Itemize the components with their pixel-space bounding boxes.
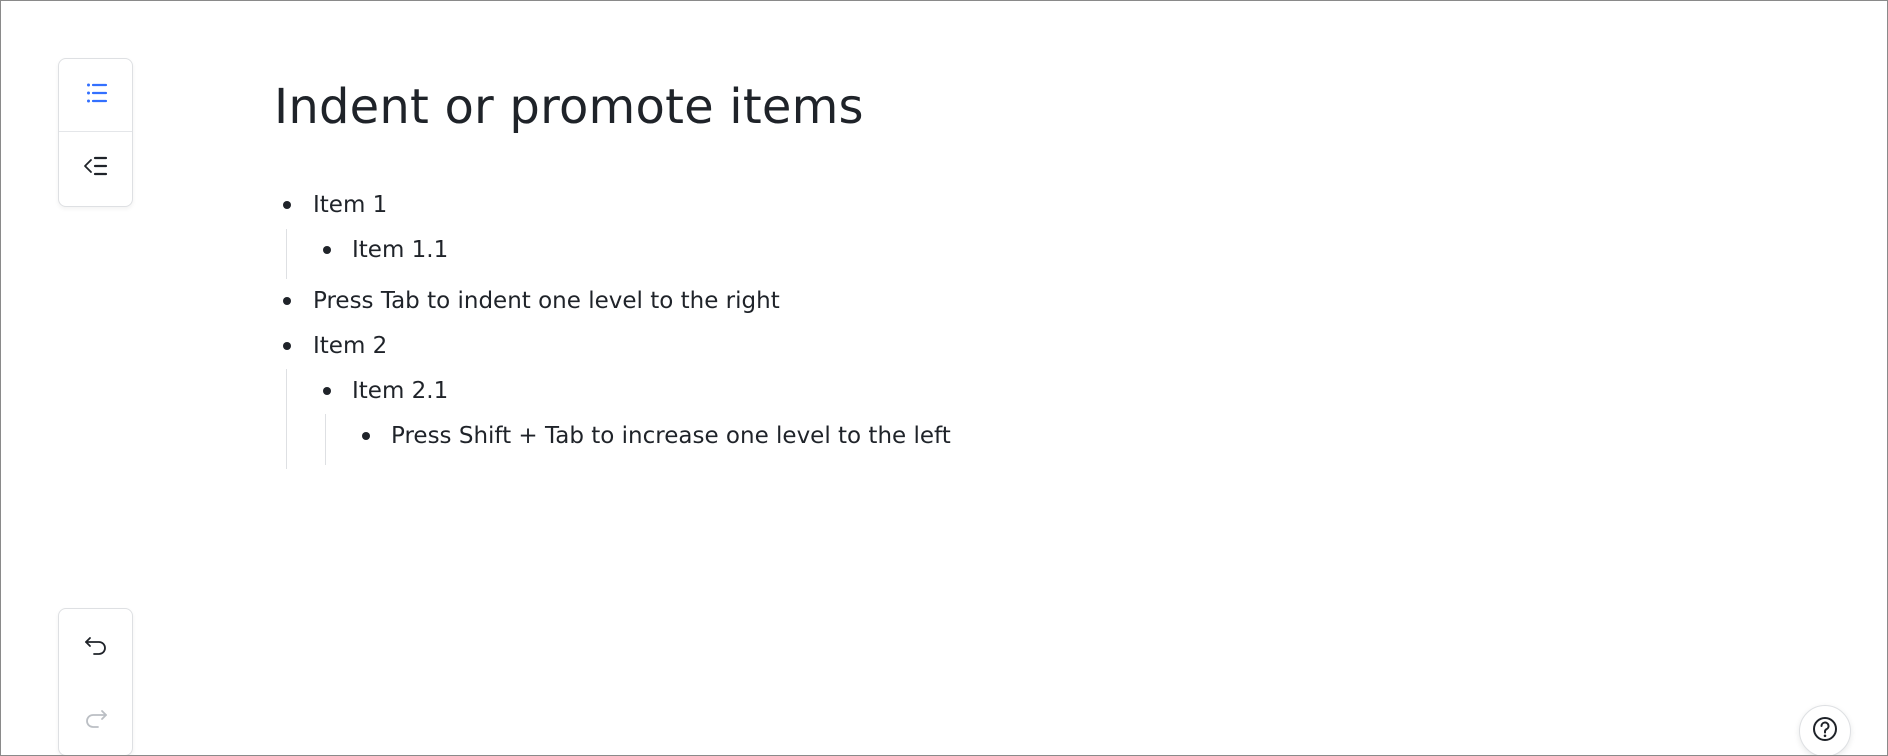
redo-icon bbox=[81, 701, 111, 735]
page-title: Indent or promote items bbox=[274, 79, 864, 135]
help-icon bbox=[1810, 714, 1840, 748]
list-item[interactable]: Press Shift + Tab to increase one level … bbox=[391, 421, 951, 451]
undo-icon bbox=[81, 628, 111, 662]
indent-guide bbox=[325, 414, 326, 465]
redo-button[interactable] bbox=[59, 682, 132, 754]
help-button[interactable] bbox=[1799, 705, 1851, 755]
list-item[interactable]: Item 2 bbox=[313, 331, 387, 361]
list-bullet bbox=[283, 201, 291, 209]
list-bullet bbox=[283, 342, 291, 350]
list-format-toolbar bbox=[58, 58, 133, 207]
outdent-button[interactable] bbox=[59, 132, 132, 204]
list-item[interactable]: Press Tab to indent one level to the rig… bbox=[313, 286, 780, 316]
list-item[interactable]: Item 1.1 bbox=[352, 235, 448, 265]
list-bullet bbox=[283, 297, 291, 305]
indent-button[interactable] bbox=[59, 59, 132, 131]
list-item[interactable]: Item 1 bbox=[313, 190, 387, 220]
indent-guide bbox=[286, 229, 287, 279]
undo-button[interactable] bbox=[59, 609, 132, 681]
list-bullet bbox=[362, 432, 370, 440]
list-bullet bbox=[323, 387, 331, 395]
outdent-left-icon bbox=[81, 151, 111, 185]
list-item[interactable]: Item 2.1 bbox=[352, 376, 448, 406]
list-bullet bbox=[323, 246, 331, 254]
app-window: Indent or promote items Item 1 Item 1.1 … bbox=[0, 0, 1888, 756]
indent-right-icon bbox=[81, 78, 111, 112]
indent-guide bbox=[286, 369, 287, 469]
history-toolbar bbox=[58, 608, 133, 755]
